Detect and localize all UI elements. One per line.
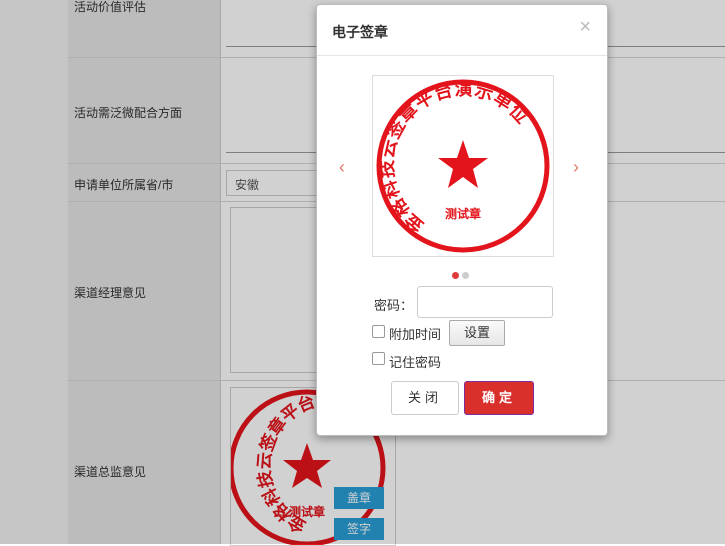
close-icon[interactable]: × <box>579 17 591 37</box>
seal-preview-image: 金格科技云签章平台演示单位 测试章 <box>376 78 550 253</box>
remember-password-label: 记住密码 <box>389 355 442 370</box>
dialog-header: 电子签章 × <box>317 5 607 56</box>
add-time-label: 附加时间 <box>389 327 442 342</box>
add-time-checkbox[interactable] <box>372 325 385 338</box>
password-input[interactable] <box>417 286 553 318</box>
remember-password-checkbox[interactable] <box>372 352 385 365</box>
e-signature-dialog: 电子签章 × ‹ › 金格科技云签章平台演示单位 测试章 密码： 附加时间 设置… <box>316 4 608 436</box>
seal-preview: 金格科技云签章平台演示单位 测试章 <box>372 75 554 257</box>
confirm-button[interactable]: 确定 <box>464 381 534 415</box>
carousel-indicators <box>452 267 472 282</box>
prev-arrow-icon[interactable]: ‹ <box>339 157 345 178</box>
seal-center-text: 测试章 <box>445 206 481 221</box>
close-button[interactable]: 关闭 <box>391 381 459 415</box>
carousel-dot[interactable] <box>452 272 459 279</box>
dialog-title: 电子签章 <box>332 24 388 40</box>
next-arrow-icon[interactable]: › <box>573 157 579 178</box>
carousel-dot[interactable] <box>462 272 469 279</box>
settings-button[interactable]: 设置 <box>449 320 505 346</box>
password-label: 密码： <box>374 298 414 313</box>
